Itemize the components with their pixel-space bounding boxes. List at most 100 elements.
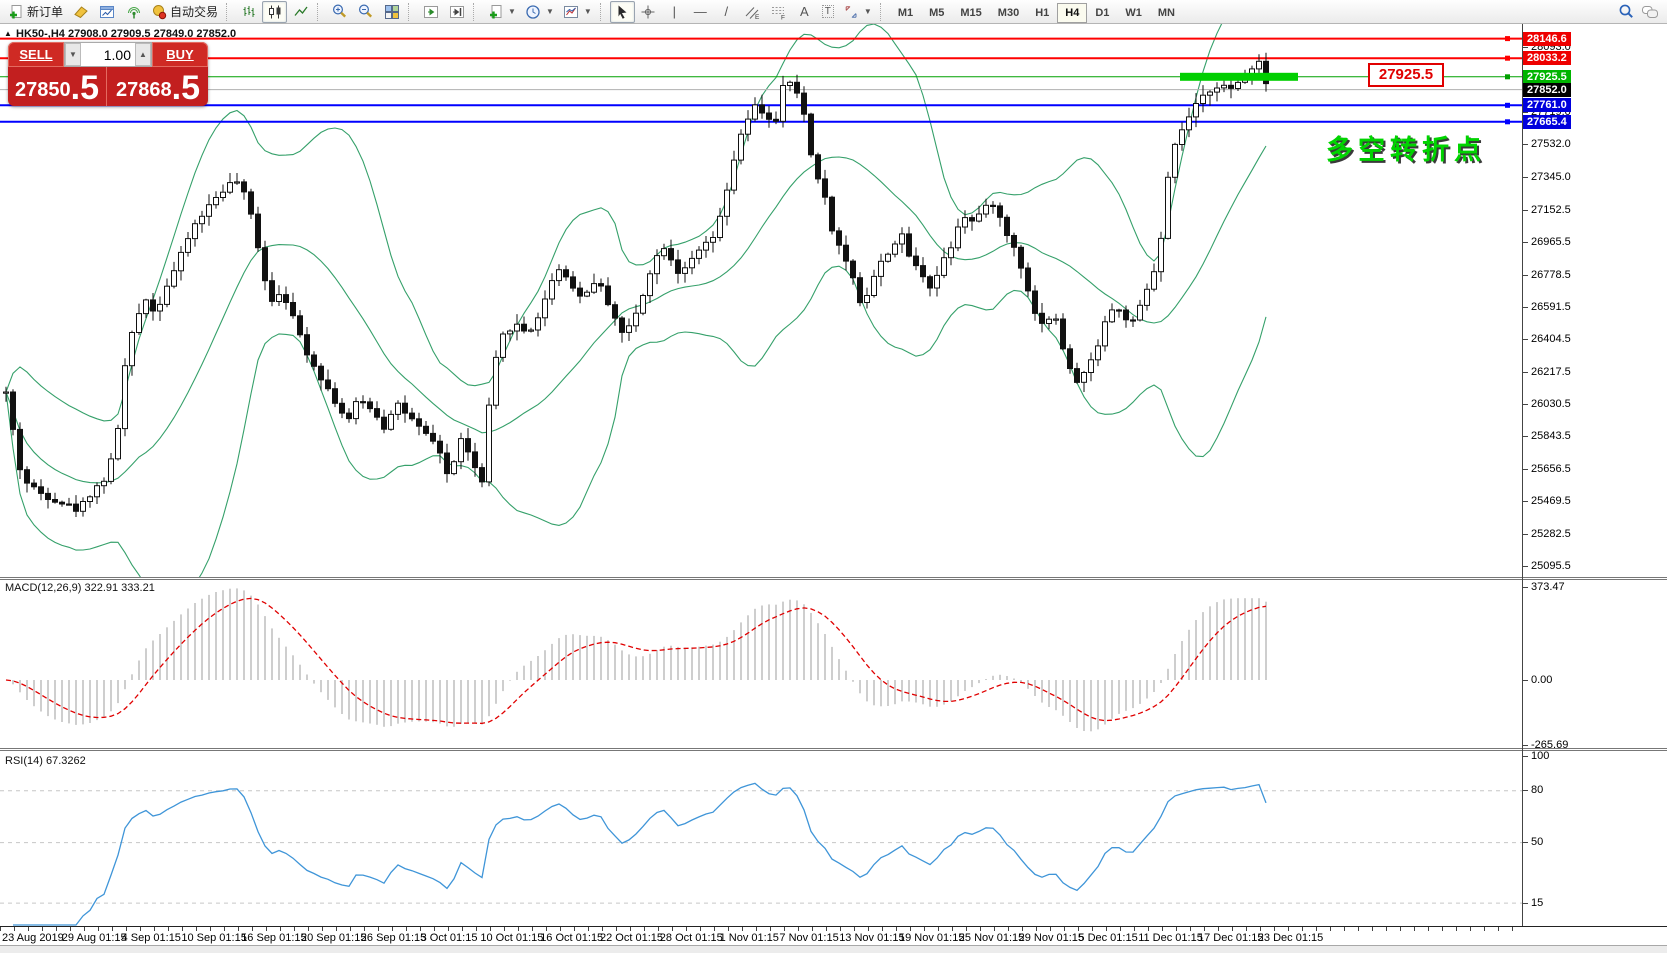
price-tag: 27665.4 — [1523, 114, 1571, 129]
date-label: 13 Nov 01:15 — [839, 932, 905, 944]
bar-chart-button[interactable] — [236, 1, 261, 23]
tile-windows-icon — [383, 3, 400, 20]
volume-input[interactable] — [81, 43, 135, 66]
new-chart-dropdown[interactable]: ▼ — [483, 1, 520, 23]
price-axis-tick: 26591.5 — [1523, 301, 1571, 314]
signals-button[interactable] — [120, 1, 145, 23]
volume-stepper: ▼ ▲ — [64, 42, 152, 67]
new-order-icon — [7, 3, 24, 20]
toolbar-separator — [473, 2, 478, 21]
date-label: 5 Dec 01:15 — [1078, 932, 1138, 944]
macd-axis-tick: 373.47 — [1523, 581, 1565, 594]
chevron-down-icon: ▼ — [863, 7, 872, 16]
price-tag: 27852.0 — [1523, 82, 1571, 97]
bar-chart-icon — [240, 3, 257, 20]
autotrading-button[interactable]: 自动交易 — [146, 2, 222, 22]
buy-button[interactable]: BUY — [152, 42, 208, 67]
sell-price[interactable]: 27850.5 — [8, 67, 107, 106]
date-label: 25 Nov 01:15 — [958, 932, 1025, 944]
zoom-in-button[interactable] — [327, 1, 352, 23]
chart-region: ▲ HK50-,H4 27908.0 27909.5 27849.0 27852… — [0, 24, 1667, 945]
rsi-axis-tick: 100 — [1522, 749, 1550, 762]
volume-increase-button[interactable]: ▲ — [135, 43, 151, 66]
date-axis: 23 Aug 2019 29 Aug 01:15 4 Sep 01:15 10 Sep… — [0, 926, 1667, 946]
horizontal-scrollbar[interactable] — [0, 945, 1667, 953]
line-handle[interactable] — [1505, 36, 1510, 42]
chat-icon[interactable] — [1641, 3, 1658, 20]
zoom-out-button[interactable] — [353, 1, 378, 23]
pane-separator[interactable] — [0, 577, 1667, 580]
price-tag: 28033.2 — [1523, 51, 1571, 66]
text-icon: A — [799, 4, 809, 19]
pane-separator[interactable] — [0, 748, 1667, 751]
price-axis-tick: 27152.5 — [1523, 204, 1571, 217]
toolbar-separator — [226, 2, 231, 21]
crosshair-button[interactable] — [636, 1, 661, 23]
date-axis-ticks — [0, 927, 1522, 931]
rsi-pane-label: RSI(14) 67.3262 — [5, 755, 86, 767]
timeframe-MN[interactable]: MN — [1150, 3, 1183, 23]
line-chart-button[interactable] — [288, 1, 313, 23]
chevron-down-icon: ▼ — [545, 7, 554, 16]
date-label: 16 Oct 01:15 — [540, 932, 604, 944]
search-icon[interactable] — [1618, 3, 1635, 20]
chart-autoscroll-icon — [448, 3, 465, 20]
highlight-band[interactable] — [1180, 72, 1298, 81]
date-label: 19 Nov 01:15 — [899, 932, 965, 944]
equidistant-channel-button[interactable]: E — [740, 1, 765, 23]
cursor-button[interactable] — [609, 0, 635, 23]
timeframe-M5[interactable]: M5 — [921, 3, 952, 23]
arrows-dropdown[interactable]: ▼ — [839, 1, 876, 23]
buy-price[interactable]: 27868.5 — [108, 67, 208, 106]
equidistant-channel-icon: E — [744, 3, 761, 20]
horizontal-line-button[interactable]: — — [688, 1, 713, 23]
timeframe-M15[interactable]: M15 — [952, 3, 989, 23]
timeframe-M30[interactable]: M30 — [990, 3, 1027, 23]
timeframe-W1[interactable]: W1 — [1117, 3, 1150, 23]
date-label: 16 Sep 01:15 — [241, 932, 307, 944]
rsi-canvas[interactable] — [0, 752, 1522, 926]
clock-icon — [525, 3, 542, 20]
chart-autoscroll-button[interactable] — [444, 1, 469, 23]
timeframe-H1[interactable]: H1 — [1027, 3, 1057, 23]
timeframe-D1[interactable]: D1 — [1087, 3, 1117, 23]
template-dropdown[interactable]: ▼ — [559, 1, 596, 23]
timeframe-H4[interactable]: H4 — [1057, 2, 1088, 23]
chart-window-button[interactable] — [94, 1, 119, 23]
period-dropdown[interactable]: ▼ — [521, 1, 558, 23]
date-label: 22 Oct 01:15 — [600, 932, 663, 944]
main-chart-canvas[interactable] — [0, 24, 1522, 577]
date-label: 28 Oct 01:15 — [659, 932, 723, 944]
timeframe-M1[interactable]: M1 — [890, 3, 921, 23]
chevron-down-icon: ▼ — [508, 7, 516, 16]
macd-canvas[interactable] — [0, 581, 1522, 748]
tile-windows-button[interactable] — [379, 1, 404, 23]
price-tag: 27761.0 — [1523, 98, 1571, 113]
line-handle[interactable] — [1505, 74, 1510, 80]
macd-pane-label: MACD(12,26,9) 322.91 333.21 — [5, 582, 155, 594]
line-handle[interactable] — [1505, 55, 1510, 61]
text-button[interactable]: A — [792, 1, 817, 23]
date-label: 7 Nov 01:15 — [779, 932, 839, 944]
sell-button[interactable]: SELL — [8, 42, 64, 67]
date-label: 17 Dec 01:15 — [1198, 932, 1264, 944]
chart-annotation-text[interactable]: 多空转折点 — [1326, 128, 1486, 167]
text-label-button[interactable]: T — [818, 1, 838, 23]
line-handle[interactable] — [1505, 102, 1510, 108]
vertical-line-icon: | — [672, 4, 676, 19]
price-axis-tick: 25843.5 — [1523, 430, 1571, 443]
vertical-line-button[interactable]: | — [662, 1, 687, 23]
market-watch-button[interactable] — [68, 1, 93, 23]
candlestick-chart-button[interactable] — [262, 0, 288, 23]
buy-price-int: 27868 — [116, 79, 172, 101]
timeframe-toolbar: M1 M5 M15 M30 H1 H4 D1 W1 MN — [890, 2, 1183, 23]
new-order-button[interactable]: 新订单 — [3, 2, 67, 22]
trendline-button[interactable]: / — [714, 1, 739, 23]
chart-shift-button[interactable] — [418, 1, 443, 23]
price-axis-tick: 25095.5 — [1523, 559, 1571, 572]
volume-decrease-button[interactable]: ▼ — [65, 43, 81, 66]
macd-axis-tick: 0.00 — [1522, 673, 1553, 686]
fibonacci-button[interactable]: F — [766, 1, 791, 23]
line-handle[interactable] — [1505, 119, 1510, 125]
price-callout-label[interactable]: 27925.5 — [1368, 63, 1444, 87]
